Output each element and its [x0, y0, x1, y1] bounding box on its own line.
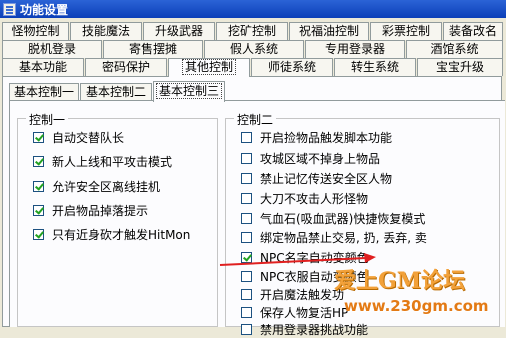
checkbox-box[interactable]	[241, 153, 252, 164]
tab-skill-magic[interactable]: 技能魔法	[70, 22, 142, 40]
checkbox-siege-no-drop[interactable]: 攻城区域不掉身上物品	[241, 150, 380, 167]
checkbox-box[interactable]	[241, 213, 252, 224]
tab-offline-login[interactable]: 脱机登录	[2, 40, 102, 58]
checkbox-box[interactable]	[241, 232, 252, 243]
tab-monster-control[interactable]: 怪物控制	[2, 22, 69, 40]
watermark-url: www.230gm.com	[344, 297, 489, 315]
tab-basic-functions[interactable]: 基本功能	[2, 58, 84, 76]
tab-pet-upgrade[interactable]: 宝宝升级	[417, 58, 503, 76]
checkbox-magic-trigger[interactable]: 开启魔法触发功	[241, 286, 344, 303]
checkbox-pickup-script[interactable]: 开启捡物品触发脚本功能	[241, 129, 392, 146]
checkbox-box[interactable]	[241, 289, 252, 300]
group-control-2-title: 控制二	[234, 111, 277, 128]
checkbox-box[interactable]	[33, 205, 44, 216]
checkbox-box[interactable]	[241, 173, 252, 184]
checkbox-label: 开启魔法触发功	[260, 288, 345, 302]
tab-bot-system[interactable]: 假人系统	[204, 40, 304, 58]
checkbox-label: 绑定物品禁止交易, 扔, 丢弃, 卖	[260, 231, 427, 245]
checkbox-label: 气血石(吸血武器)快捷恢复模式	[260, 212, 426, 226]
checkbox-newbie-peace-mode[interactable]: 新人上线和平攻击模式	[33, 153, 172, 170]
tab-login-client[interactable]: 专用登录器	[305, 40, 405, 58]
checkbox-box[interactable]	[241, 324, 252, 335]
checkbox-label: 禁用登录器挑战功能	[260, 323, 369, 337]
tab-tavern-system[interactable]: 酒馆系统	[406, 40, 503, 58]
checkbox-safezone-offline[interactable]: 允许安全区离线挂机	[33, 178, 160, 195]
checkbox-label: 开启物品掉落提示	[52, 204, 149, 218]
watermark-logo: 爱上GM论坛	[334, 268, 466, 294]
tab-lottery-control[interactable]: 彩票控制	[370, 22, 442, 40]
checkbox-label: 开启捡物品触发脚本功能	[260, 131, 393, 145]
tab-blessing-oil[interactable]: 祝福油控制	[289, 22, 369, 40]
checkbox-box[interactable]	[241, 307, 252, 318]
checkbox-label: 大刀不攻击人形怪物	[260, 192, 369, 206]
checkbox-label: 攻城区域不掉身上物品	[260, 152, 381, 166]
tab-upgrade-weapon[interactable]: 升级武器	[143, 22, 215, 40]
checkbox-box[interactable]	[241, 271, 252, 282]
checkbox-no-memory-teleport[interactable]: 禁止记忆传送安全区人物	[241, 170, 392, 187]
checkbox-disable-challenge[interactable]: 禁用登录器挑战功能	[241, 321, 368, 338]
checkbox-box[interactable]	[33, 132, 44, 143]
checkbox-melee-hitmon[interactable]: 只有近身砍才触发HitMon	[33, 226, 190, 243]
tab-basic-control-1[interactable]: 基本控制一	[9, 83, 79, 101]
tab-other-control[interactable]: 其他控制	[168, 58, 250, 77]
checkbox-box[interactable]	[241, 193, 252, 204]
tab-basic-control-3[interactable]: 基本控制三	[153, 81, 225, 102]
checkbox-item-drop-hint[interactable]: 开启物品掉落提示	[33, 202, 148, 219]
tab-equip-rename[interactable]: 装备改名	[443, 22, 503, 40]
tab-consignment[interactable]: 寄售摆摊	[103, 40, 203, 58]
checkbox-label: 允许安全区离线挂机	[52, 180, 161, 194]
checkbox-box[interactable]	[33, 181, 44, 192]
checkbox-label: 禁止记忆传送安全区人物	[260, 172, 393, 186]
checkbox-blade-no-humanoid[interactable]: 大刀不攻击人形怪物	[241, 190, 368, 207]
checkbox-box[interactable]	[33, 229, 44, 240]
app-icon	[3, 2, 16, 16]
checkbox-auto-switch-leader[interactable]: 自动交替队长	[33, 129, 124, 146]
tab-rebirth-system[interactable]: 转生系统	[334, 58, 416, 76]
tab-mining-control[interactable]: 挖矿控制	[216, 22, 288, 40]
checkbox-label: 保存人物复活HP	[260, 306, 349, 320]
checkbox-label: 只有近身砍才触发HitMon	[52, 228, 191, 242]
tab-password-protect[interactable]: 密码保护	[85, 58, 167, 76]
checkbox-bound-item-restrict[interactable]: 绑定物品禁止交易, 扔, 丢弃, 卖	[241, 229, 427, 246]
checkbox-blood-stone-recovery[interactable]: 气血石(吸血武器)快捷恢复模式	[241, 210, 425, 227]
checkbox-box[interactable]	[33, 156, 44, 167]
group-control-1-title: 控制一	[26, 111, 69, 128]
checkbox-save-revive-hp[interactable]: 保存人物复活HP	[241, 304, 348, 321]
group-control-1: 控制一	[17, 111, 218, 327]
tab-basic-control-2[interactable]: 基本控制二	[80, 83, 152, 101]
checkbox-box[interactable]	[241, 132, 252, 143]
tab-master-apprentice[interactable]: 师徒系统	[251, 58, 333, 76]
checkbox-label: 新人上线和平攻击模式	[52, 155, 173, 169]
window-title: 功能设置	[20, 2, 69, 17]
checkbox-label: 自动交替队长	[52, 131, 125, 145]
window-titlebar[interactable]: 功能设置	[0, 0, 506, 18]
